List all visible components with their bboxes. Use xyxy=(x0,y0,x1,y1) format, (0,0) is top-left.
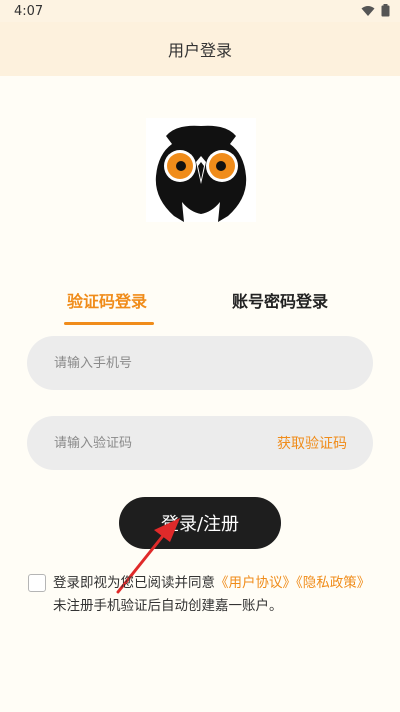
header: 用户登录 xyxy=(0,22,400,76)
active-tab-indicator xyxy=(64,322,154,325)
tab-sms-login[interactable]: 验证码登录 xyxy=(67,288,147,312)
user-agreement-link[interactable]: 《用户协议》 xyxy=(215,575,296,591)
owl-logo-icon xyxy=(146,118,256,222)
code-field: 获取验证码 xyxy=(27,416,373,470)
status-time: 4:07 xyxy=(14,4,44,19)
agreement-prefix: 登录即视为您已阅读并同意 xyxy=(53,575,215,591)
privacy-policy-link[interactable]: 《隐私政策》 xyxy=(296,575,370,591)
tab-password-login[interactable]: 账号密码登录 xyxy=(232,288,328,312)
login-register-button[interactable]: 登录/注册 xyxy=(119,497,281,549)
phone-input[interactable] xyxy=(27,354,373,372)
agreement-checkbox[interactable] xyxy=(28,574,46,592)
verification-code-input[interactable] xyxy=(27,434,277,452)
agreement-suffix: 未注册手机验证后自动创建嘉一账户。 xyxy=(53,598,283,614)
page-title: 用户登录 xyxy=(167,41,232,60)
wifi-icon xyxy=(361,5,375,16)
battery-icon xyxy=(381,4,390,17)
get-code-button[interactable]: 获取验证码 xyxy=(277,433,373,453)
status-bar: 4:07 xyxy=(0,0,400,22)
status-icons xyxy=(361,4,390,17)
login-tabs: 验证码登录 账号密码登录 xyxy=(0,288,400,330)
agreement-text: 登录即视为您已阅读并同意《用户协议》《隐私政策》未注册手机验证后自动创建嘉一账户… xyxy=(53,572,374,618)
agreement: 登录即视为您已阅读并同意《用户协议》《隐私政策》未注册手机验证后自动创建嘉一账户… xyxy=(28,572,374,618)
phone-field xyxy=(27,336,373,390)
